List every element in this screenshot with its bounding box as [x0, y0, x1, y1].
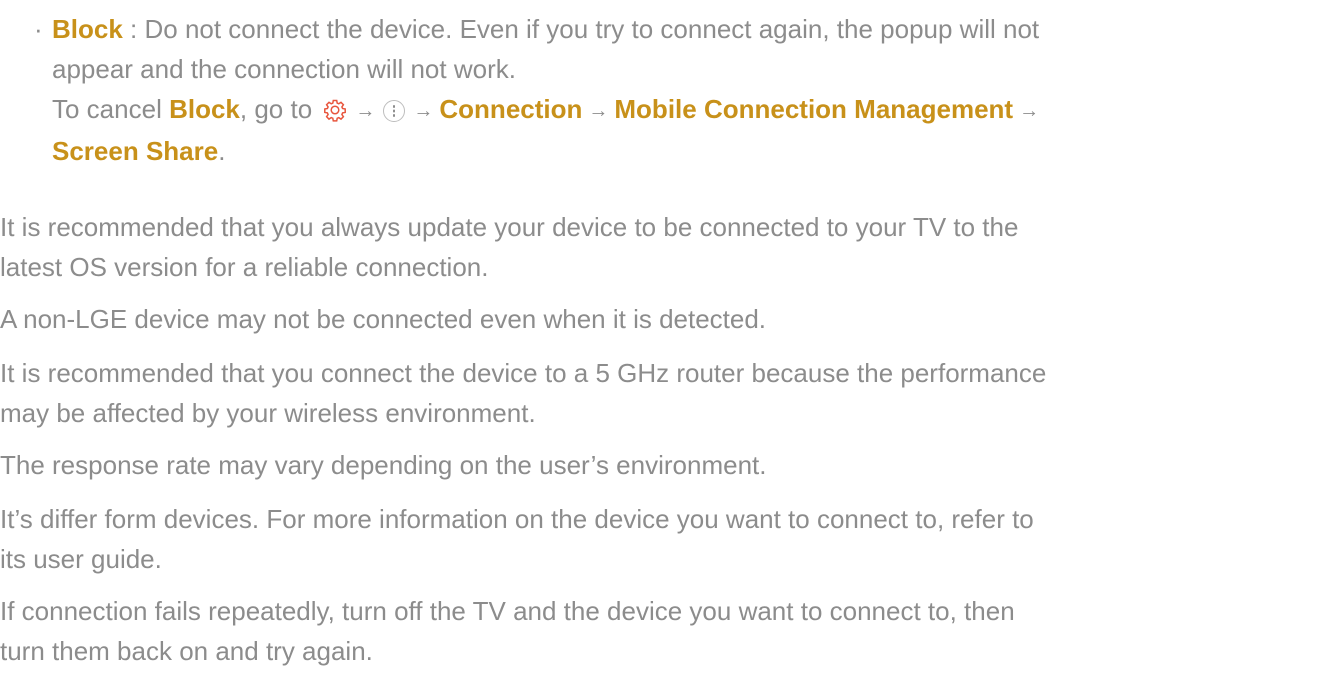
- note-text-line: turn them back on and try again.: [0, 636, 373, 666]
- note-text-line: If connection fails repeatedly, turn off…: [0, 596, 1015, 626]
- note-text-line: It is recommended that you connect the d…: [0, 358, 1047, 388]
- note-text-line: its user guide.: [0, 544, 162, 574]
- path-connection: Connection: [439, 94, 583, 124]
- block-description-line-1: Block : Do not connect the device. Even …: [52, 9, 1322, 49]
- cancel-mid: , go to: [239, 94, 320, 124]
- note-text-line: may be affected by your wireless environ…: [0, 398, 536, 428]
- note-text-line: It is recommended that you always update…: [0, 212, 1019, 242]
- settings-gear-icon: [324, 99, 347, 122]
- more-options-icon: [383, 100, 406, 122]
- path-screen-share: Screen Share: [52, 136, 219, 166]
- cancel-prefix: To cancel: [52, 94, 170, 124]
- note-text-line: latest OS version for a reliable connect…: [0, 252, 489, 282]
- note-update-os: It is recommended that you always update…: [0, 207, 1018, 287]
- cancel-block-term: Block: [169, 94, 240, 124]
- block-option-item: · Block : Do not connect the device. Eve…: [34, 9, 1322, 171]
- note-5ghz-router: It is recommended that you connect the d…: [0, 353, 1046, 433]
- path-arrow-1: →: [355, 100, 376, 122]
- block-term: Block: [52, 14, 123, 44]
- note-response-rate: The response rate may vary depending on …: [0, 445, 766, 485]
- bullet-dot: ·: [34, 14, 43, 44]
- end-period: .: [218, 136, 226, 166]
- note-connection-fails: If connection fails repeatedly, turn off…: [0, 591, 1015, 671]
- note-text-line: A non-LGE device may not be connected ev…: [0, 304, 767, 334]
- path-arrow-3: →: [588, 100, 609, 122]
- block-description-line-2: appear and the connection will not work.: [52, 54, 516, 84]
- path-arrow-2: →: [413, 100, 434, 122]
- note-non-lge-device: A non-LGE device may not be connected ev…: [0, 299, 766, 339]
- cancel-instructions-line-2: Screen Share.: [52, 131, 1322, 171]
- path-mobile-connection-management: Mobile Connection Management: [614, 94, 1014, 124]
- block-desc-text-1: : Do not connect the device. Even if you…: [122, 14, 1040, 44]
- note-text-line: The response rate may vary depending on …: [0, 450, 767, 480]
- note-differ-devices: It’s differ form devices. For more infor…: [0, 499, 1034, 579]
- path-arrow-4: →: [1019, 100, 1040, 122]
- cancel-instructions-line-1: To cancel Block, go to → → Connection → Mobi…: [52, 89, 1322, 131]
- note-text-line: It’s differ form devices. For more infor…: [0, 504, 1034, 534]
